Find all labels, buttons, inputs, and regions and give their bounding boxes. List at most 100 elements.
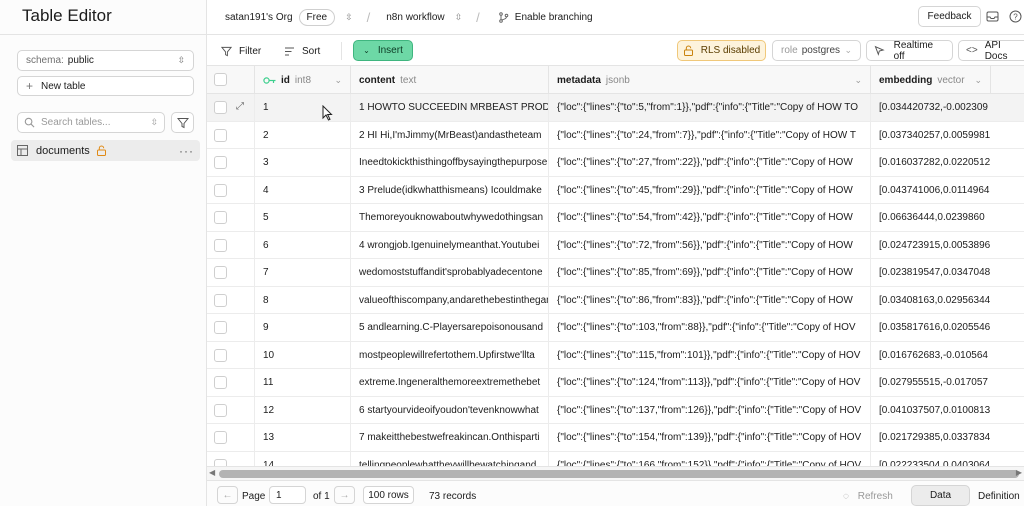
cell-content[interactable]: valueofthiscompany,andarethebestinthegam… xyxy=(351,286,549,314)
schema-select[interactable]: schema: public ⇳ xyxy=(17,50,194,71)
table-row[interactable]: 95 andlearning.C-Playersarepoisonousand{… xyxy=(207,314,1024,342)
cell-embedding[interactable]: [0.035817616,0.0205546 xyxy=(871,314,1024,341)
sort-button[interactable]: Sort xyxy=(284,41,320,61)
cell-id[interactable]: 7 xyxy=(255,259,351,286)
cell-metadata[interactable]: {"loc":{"lines":{"to":154,"from":139}},"… xyxy=(549,424,871,451)
column-header-id[interactable]: id int8 ⌄ xyxy=(255,66,351,94)
cell-id[interactable]: 9 xyxy=(255,314,351,341)
table-row[interactable]: 14 tellingpeoplewhattheywillbewatchingand… xyxy=(207,451,1024,467)
scroll-right-icon[interactable]: ▶ xyxy=(1016,468,1022,477)
cell-id[interactable]: 13 xyxy=(255,424,351,451)
sidebar-item-documents[interactable]: documents ··· xyxy=(11,140,200,161)
cell-id[interactable]: 5 xyxy=(255,204,351,231)
cell-embedding[interactable]: [0.022233504,0.0403064 xyxy=(871,452,1024,467)
cell-content[interactable]: Themoreyouknowaboutwhywedothingsan xyxy=(351,204,549,231)
row-checkbox[interactable] xyxy=(214,183,227,197)
cell-metadata[interactable]: {"loc":{"lines":{"to":72,"from":56}},"pd… xyxy=(549,231,871,259)
cell-metadata[interactable]: {"loc":{"lines":{"to":103,"from":88}},"p… xyxy=(549,314,871,341)
row-checkbox[interactable] xyxy=(214,101,227,114)
row-checkbox[interactable] xyxy=(214,211,227,224)
page-input[interactable]: 1 xyxy=(269,486,306,504)
cell-content[interactable]: mostpeoplewillrefertothem.Upfirstwe'llta xyxy=(351,341,549,369)
rls-disabled-button[interactable]: RLS disabled xyxy=(677,40,766,61)
next-page-button[interactable]: → xyxy=(334,486,355,504)
chevron-down-icon[interactable]: ⌄ xyxy=(974,75,982,86)
cell-embedding[interactable]: [0.016037282,0.0220512 xyxy=(871,149,1024,176)
cell-id[interactable]: 6 xyxy=(255,231,351,259)
cell-content[interactable]: 5 andlearning.C-Playersarepoisonousand xyxy=(351,314,549,341)
cell-metadata[interactable]: {"loc":{"lines":{"to":86,"from":83}},"pd… xyxy=(549,286,871,314)
chevron-down-icon[interactable]: ⌄ xyxy=(334,75,342,86)
column-header-content[interactable]: content text xyxy=(351,66,549,94)
cell-id[interactable]: 12 xyxy=(255,396,351,424)
cell-metadata[interactable]: {"loc":{"lines":{"to":54,"from":42}},"pd… xyxy=(549,204,871,231)
cell-embedding[interactable]: [0.041037507,0.0100813 xyxy=(871,397,1024,424)
cell-metadata[interactable]: {"loc":{"lines":{"to":137,"from":126}},"… xyxy=(549,396,871,424)
column-header-embedding[interactable]: embedding vector ⌄ xyxy=(871,66,991,94)
cell-content[interactable]: tellingpeoplewhattheywillbewatchingand xyxy=(351,451,549,466)
cell-embedding[interactable]: [0.024723915,0.0053896 xyxy=(871,232,1024,259)
cell-content[interactable]: 1 HOWTO SUCCEEDIN MRBEAST PRODUCTION xyxy=(351,94,549,121)
cell-embedding[interactable]: [0.027955515,-0.017057 xyxy=(871,369,1024,396)
enable-branching-button[interactable]: Enable branching xyxy=(488,12,593,23)
feedback-button[interactable]: Feedback xyxy=(918,6,981,27)
prev-page-button[interactable]: ← xyxy=(217,486,238,504)
search-tables-input[interactable]: Search tables... ⇳ xyxy=(17,112,165,133)
cell-metadata[interactable]: {"loc":{"lines":{"to":24,"from":7}},"pdf… xyxy=(549,121,871,149)
cell-metadata[interactable]: {"loc":{"lines":{"to":124,"from":113}},"… xyxy=(549,369,871,396)
cell-embedding[interactable]: [0.016762683,-0.010564 xyxy=(871,342,1024,369)
table-row[interactable]: 11 extreme.Ingeneralthemoreextremethebet{… xyxy=(207,369,1024,397)
cell-content[interactable]: 3 Prelude(idkwhatthismeans) Icouldmake xyxy=(351,176,549,204)
inbox-icon[interactable] xyxy=(986,10,999,23)
realtime-button[interactable]: Realtime off xyxy=(866,40,953,62)
cell-id[interactable]: 4 xyxy=(255,176,351,204)
cell-embedding[interactable]: [0.037340257,0.0059981 xyxy=(871,122,1024,149)
scroll-left-icon[interactable]: ◀ xyxy=(209,468,215,477)
tab-data[interactable]: Data xyxy=(911,485,970,506)
cell-id[interactable]: 1 xyxy=(255,94,351,121)
horizontal-scrollbar[interactable]: ◀ ▶ xyxy=(207,466,1024,480)
tab-definition[interactable]: Definition xyxy=(978,491,1020,502)
cell-metadata[interactable]: {"loc":{"lines":{"to":27,"from":22}},"pd… xyxy=(549,149,871,176)
row-checkbox[interactable] xyxy=(214,348,227,362)
row-checkbox[interactable] xyxy=(214,403,227,417)
cell-content[interactable]: extreme.Ingeneralthemoreextremethebet xyxy=(351,369,549,396)
filter-button[interactable]: Filter xyxy=(221,41,261,61)
table-row[interactable]: 22 HI Hi,I'mJimmy(MrBeast)andastheteam {"… xyxy=(207,121,1024,149)
cell-embedding[interactable]: [0.06636444,0.0239860 xyxy=(871,204,1024,231)
table-row[interactable]: 43 Prelude(idkwhatthismeans) Icouldmake{… xyxy=(207,176,1024,204)
cell-content[interactable]: 7 makeitthebestwefreakincan.Onthisparti xyxy=(351,424,549,451)
select-all-checkbox[interactable] xyxy=(214,73,227,86)
help-icon[interactable]: ? xyxy=(1009,10,1022,23)
cell-metadata[interactable]: {"loc":{"lines":{"to":115,"from":101}},"… xyxy=(549,341,871,369)
chevron-updown-icon[interactable]: ⇳ xyxy=(345,12,353,23)
cell-id[interactable]: 11 xyxy=(255,369,351,396)
cell-id[interactable]: 10 xyxy=(255,341,351,369)
chevron-updown-icon[interactable]: ⇳ xyxy=(455,12,463,23)
insert-button[interactable]: ⌄ Insert xyxy=(353,40,413,61)
cell-embedding[interactable]: [0.023819547,0.0347048 xyxy=(871,259,1024,286)
row-checkbox[interactable] xyxy=(214,458,227,466)
cell-embedding[interactable]: [0.034420732,-0.002309 xyxy=(871,94,1024,121)
table-row[interactable]: 12 6 startyourvideoifyoudon'tevenknowwhat… xyxy=(207,396,1024,424)
table-row[interactable]: 7 wedomoststuffandit'sprobablyadecentone{… xyxy=(207,259,1024,287)
cell-embedding[interactable]: [0.043741006,0.0114964 xyxy=(871,177,1024,204)
table-row[interactable]: 8 valueofthiscompany,andarethebestinthega… xyxy=(207,286,1024,314)
more-icon[interactable]: ··· xyxy=(179,144,194,158)
expand-row-icon[interactable]: ⤢ xyxy=(236,101,244,112)
api-docs-button[interactable]: <> API Docs xyxy=(958,40,1024,62)
refresh-button[interactable]: ◌ Refresh xyxy=(843,491,893,502)
cell-id[interactable]: 3 xyxy=(255,149,351,176)
cell-metadata[interactable]: {"loc":{"lines":{"to":45,"from":29}},"pd… xyxy=(549,176,871,204)
cell-content[interactable]: 6 startyourvideoifyoudon'tevenknowwhat xyxy=(351,396,549,424)
row-checkbox[interactable] xyxy=(214,238,227,252)
table-row[interactable]: 10 mostpeoplewillrefertothem.Upfirstwe'll… xyxy=(207,341,1024,369)
cell-id[interactable]: 2 xyxy=(255,121,351,149)
row-checkbox[interactable] xyxy=(214,266,227,279)
cell-metadata[interactable]: {"loc":{"lines":{"to":5,"from":1}},"pdf"… xyxy=(549,94,871,121)
scrollbar-thumb[interactable] xyxy=(219,470,1019,478)
cell-id[interactable]: 8 xyxy=(255,286,351,314)
new-table-button[interactable]: + New table xyxy=(17,76,194,96)
cell-content[interactable]: 2 HI Hi,I'mJimmy(MrBeast)andastheteam xyxy=(351,121,549,149)
org-name[interactable]: satan191's Org xyxy=(225,12,293,23)
